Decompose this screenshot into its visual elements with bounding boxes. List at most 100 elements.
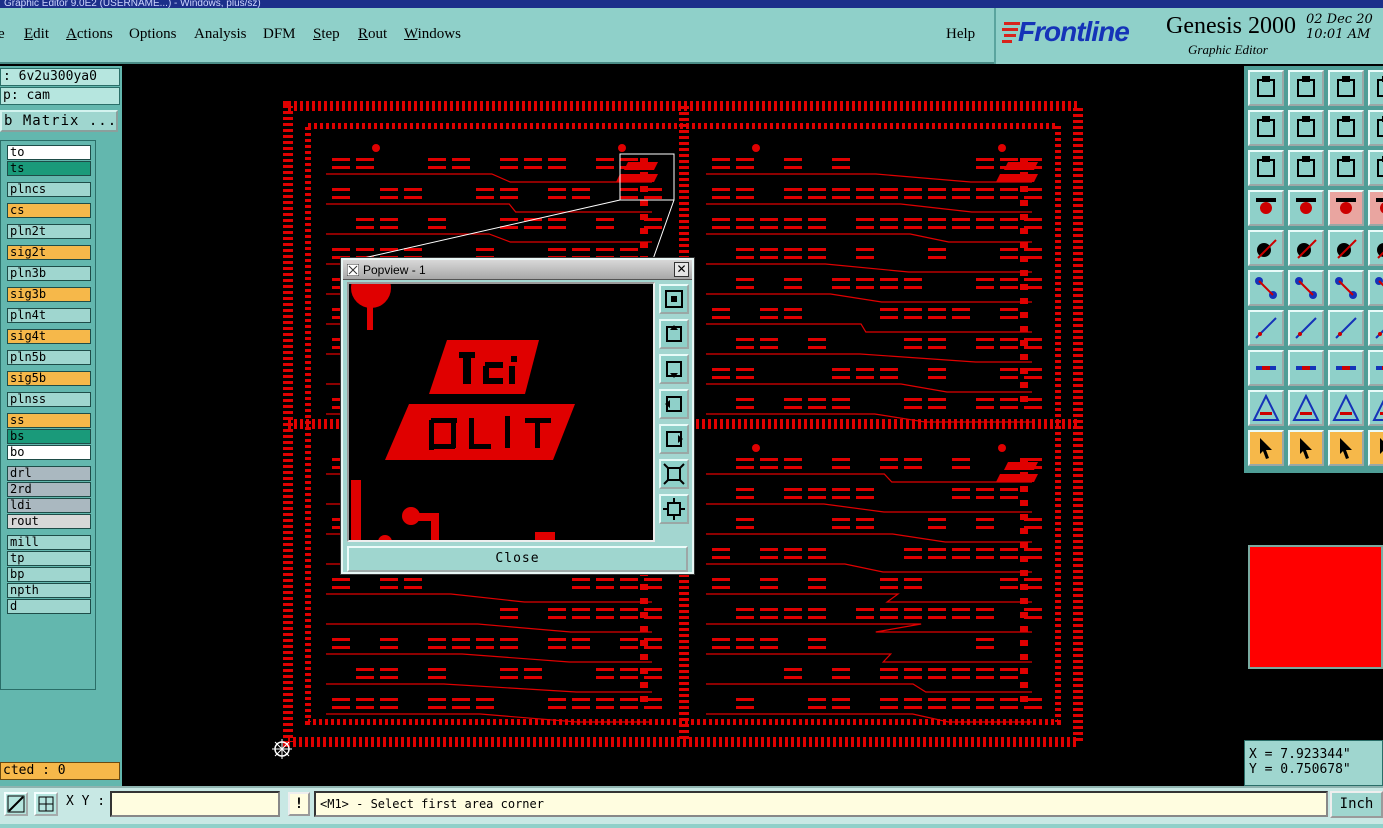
layer-pln2t[interactable]: pln2t	[7, 224, 91, 239]
layer-pln5b[interactable]: pln5b	[7, 350, 91, 365]
snap-mode-button[interactable]	[4, 792, 28, 816]
triangle-icon[interactable]	[1248, 390, 1284, 426]
triangle-c-icon[interactable]	[1368, 390, 1383, 426]
pad-row	[808, 578, 826, 581]
center-icon[interactable]	[1288, 150, 1324, 186]
layer-sig4t[interactable]: sig4t	[7, 329, 91, 344]
symbol-icon[interactable]	[1368, 350, 1383, 386]
xy-input[interactable]	[110, 791, 280, 817]
point-icon[interactable]	[1328, 270, 1364, 306]
layer-cs[interactable]: cs	[7, 203, 91, 218]
cross-icon[interactable]	[1288, 270, 1324, 306]
select-icon[interactable]	[1248, 230, 1284, 266]
pointer-icon[interactable]	[1248, 430, 1284, 466]
close-icon[interactable]: ✕	[674, 262, 689, 277]
layer-pln4t[interactable]: pln4t	[7, 308, 91, 323]
edit-icon[interactable]	[1368, 310, 1383, 346]
rotate-icon[interactable]	[1328, 310, 1364, 346]
layer-npth[interactable]: npth	[7, 583, 91, 598]
menu-windows[interactable]: Windows	[404, 26, 461, 43]
connect-icon[interactable]	[1248, 270, 1284, 306]
zoom-in-button[interactable]	[659, 459, 689, 489]
layer-mill[interactable]: mill	[7, 535, 91, 550]
pad-icon[interactable]	[1248, 350, 1284, 386]
draw-line-icon[interactable]	[1288, 310, 1324, 346]
layer-tp[interactable]: tp	[7, 551, 91, 566]
triangle-a-icon[interactable]	[1288, 390, 1324, 426]
pan-up-button[interactable]	[659, 319, 689, 349]
line-icon[interactable]	[1248, 310, 1284, 346]
pointer-more-icon[interactable]	[1368, 430, 1383, 466]
menu-step[interactable]: Step	[313, 26, 340, 43]
pad-row	[476, 698, 494, 701]
pan-right-button[interactable]	[659, 424, 689, 454]
triangle-b-icon[interactable]	[1328, 390, 1364, 426]
pan-down-button[interactable]	[659, 354, 689, 384]
ruler-icon[interactable]	[1288, 230, 1324, 266]
stack-icon[interactable]	[1368, 70, 1383, 106]
menu-dfm[interactable]: DFM	[263, 26, 296, 43]
net-list-icon[interactable]	[1368, 190, 1383, 226]
measure-tape-icon[interactable]	[1328, 230, 1364, 266]
info-icon[interactable]	[1368, 230, 1383, 266]
pad-row	[404, 196, 422, 199]
layer-bo[interactable]: bo	[7, 445, 91, 460]
fit-icon[interactable]	[1248, 150, 1284, 186]
arc-icon[interactable]	[1368, 270, 1383, 306]
popview-close-button[interactable]: Close	[347, 546, 688, 572]
pan-left-button[interactable]	[659, 389, 689, 419]
layer-bs[interactable]: bs	[7, 429, 91, 444]
layer-rout[interactable]: rout	[7, 514, 91, 529]
split-icon[interactable]	[1288, 350, 1324, 386]
menu-help[interactable]: Help	[946, 26, 975, 43]
snap-icon[interactable]	[1368, 150, 1383, 186]
layer-ts[interactable]: ts	[7, 161, 91, 176]
menu-options[interactable]: Options	[129, 26, 177, 43]
swap-icon[interactable]	[1328, 110, 1364, 146]
layer-sig5b[interactable]: sig5b	[7, 371, 91, 386]
join-icon[interactable]	[1328, 350, 1364, 386]
window-icon[interactable]	[1288, 70, 1324, 106]
pad	[640, 214, 648, 220]
zoom-out-button[interactable]	[659, 494, 689, 524]
net-icon[interactable]	[1328, 190, 1364, 226]
measure-icon[interactable]	[1248, 190, 1284, 226]
home-icon[interactable]	[1248, 70, 1284, 106]
pointer-circle-icon[interactable]	[1328, 430, 1364, 466]
layer-pln3b[interactable]: pln3b	[7, 266, 91, 281]
zoom-fit-button[interactable]	[659, 284, 689, 314]
layer-2rd[interactable]: 2rd	[7, 482, 91, 497]
grid-button[interactable]	[34, 792, 58, 816]
matrix-button[interactable]: b Matrix ...	[0, 110, 118, 132]
pointer-box-icon[interactable]	[1288, 430, 1324, 466]
menu-file[interactable]: e	[0, 26, 5, 43]
layer-sig2t[interactable]: sig2t	[7, 245, 91, 260]
pad-row	[712, 586, 730, 589]
copy-icon[interactable]	[1368, 110, 1383, 146]
house-icon[interactable]	[1328, 70, 1364, 106]
overview-preview[interactable]	[1244, 470, 1383, 740]
units-button[interactable]: Inch	[1330, 791, 1383, 818]
layer-plnss[interactable]: plnss	[7, 392, 91, 407]
probe-icon[interactable]	[1288, 190, 1324, 226]
menu-edit[interactable]: Edit	[24, 26, 49, 43]
exclamation-button[interactable]: !	[288, 792, 310, 816]
scale-icon[interactable]	[1328, 150, 1364, 186]
layer-to[interactable]: to	[7, 145, 91, 160]
layer-ss[interactable]: ss	[7, 413, 91, 428]
menu-analysis[interactable]: Analysis	[194, 26, 247, 43]
step-left-icon[interactable]	[1248, 110, 1284, 146]
menu-rout[interactable]: Rout	[358, 26, 387, 43]
popview-viewport[interactable]	[347, 282, 655, 542]
layer-ldi[interactable]: ldi	[7, 498, 91, 513]
pad-row	[1024, 406, 1042, 409]
layer-d[interactable]: d	[7, 599, 91, 614]
menu-actions[interactable]: Actions	[66, 26, 113, 43]
popview-title-bar[interactable]: Popview - 1 ✕	[343, 260, 692, 280]
layer-drl[interactable]: drl	[7, 466, 91, 481]
step-right-icon[interactable]	[1288, 110, 1324, 146]
layer-sig3b[interactable]: sig3b	[7, 287, 91, 302]
layer-bp[interactable]: bp	[7, 567, 91, 582]
layer-plncs[interactable]: plncs	[7, 182, 91, 197]
pad-row	[620, 668, 638, 671]
